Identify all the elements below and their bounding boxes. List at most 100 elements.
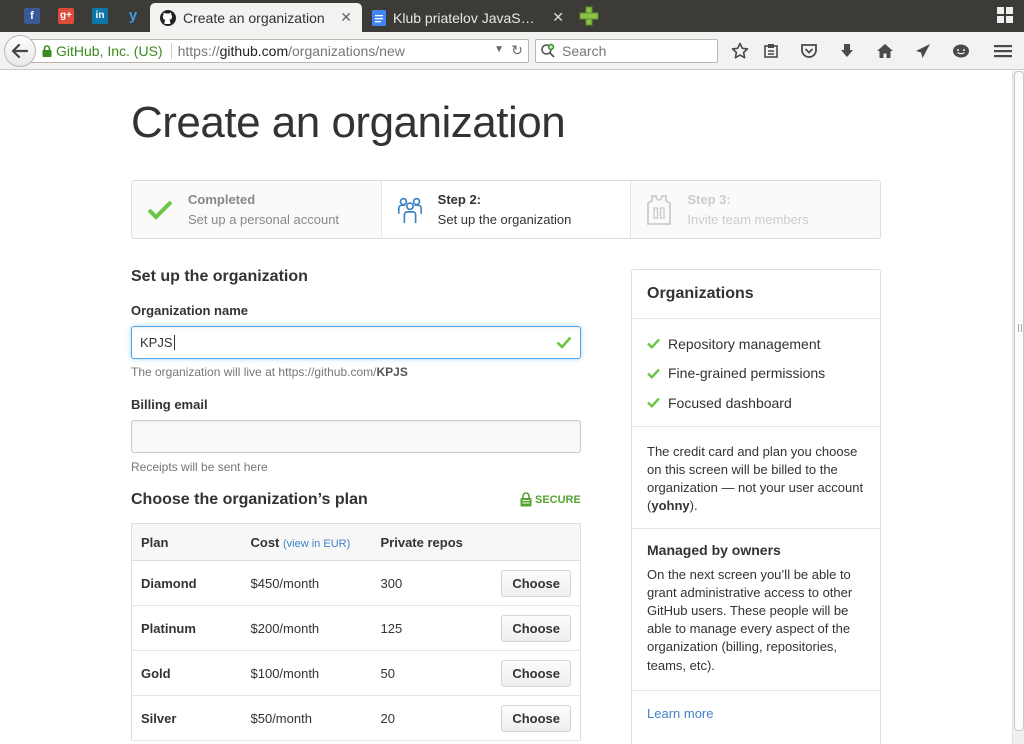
org-name-label: Organization name xyxy=(131,303,249,318)
tab-groups-button[interactable] xyxy=(996,6,1016,26)
chat-smiley-icon xyxy=(953,44,969,58)
bookmarks-menu-button[interactable] xyxy=(760,41,782,61)
google-plus-icon: g+ xyxy=(58,8,74,24)
plan-name: Diamond xyxy=(131,560,242,606)
column-header-cost: Cost (view in EUR) xyxy=(241,523,372,561)
sidebar-heading: Organizations xyxy=(632,270,880,319)
billing-email-input[interactable] xyxy=(131,420,581,453)
navigation-toolbar: GitHub, Inc. (US) https://github.com/org… xyxy=(0,32,1024,70)
plan-cost: $50/month xyxy=(241,695,372,741)
tab-create-organization[interactable]: Create an organization ✕ xyxy=(150,3,362,32)
downloads-button[interactable] xyxy=(836,41,858,61)
choose-diamond-button[interactable]: Choose xyxy=(501,569,571,597)
tab-klub-priatelov[interactable]: Klub priatelov JavaS… ✕ xyxy=(362,3,574,32)
table-header-row: Plan Cost (view in EUR) Private repos xyxy=(131,523,581,561)
managed-by-owners: Managed by owners On the next screen you… xyxy=(632,529,880,691)
list-item: Repository management xyxy=(647,329,865,359)
feature-label: Focused dashboard xyxy=(668,394,792,411)
yammer-icon: y xyxy=(128,7,138,24)
org-url-slug: KPJS xyxy=(376,365,408,379)
text-caret xyxy=(173,335,175,350)
tab-title: Create an organization xyxy=(183,9,325,26)
scrollbar-thumb[interactable] xyxy=(1014,71,1024,731)
step-upcoming: Step 3: Invite team members xyxy=(631,181,880,238)
plan-repos: 125 xyxy=(371,605,478,651)
plan-repos: 50 xyxy=(371,650,478,696)
feature-label: Repository management xyxy=(668,335,821,352)
form-heading: Set up the organization xyxy=(131,268,308,285)
plan-name: Silver xyxy=(131,695,242,741)
tab-title: Klub priatelov JavaS… xyxy=(393,9,535,26)
home-icon xyxy=(877,44,893,58)
search-engine-icon xyxy=(541,43,555,58)
learn-more-link[interactable]: Learn more xyxy=(632,691,880,736)
plan-cost: $200/month xyxy=(241,605,372,651)
column-header-repos: Private repos xyxy=(371,523,478,561)
step-title: Step 3: xyxy=(687,192,731,207)
org-name-value: KPJS xyxy=(140,335,173,350)
billing-text-end: ). xyxy=(689,497,698,513)
pinned-tab-google-plus[interactable]: g+ xyxy=(51,4,81,28)
hello-button[interactable] xyxy=(950,41,972,61)
search-input[interactable] xyxy=(562,43,702,59)
pinned-tab-facebook[interactable]: f xyxy=(17,4,47,28)
secure-label: SECURE xyxy=(535,493,581,506)
org-name-input[interactable]: KPJS xyxy=(131,326,581,359)
organizations-sidebar: Organizations Repository management Fine… xyxy=(631,269,881,744)
choose-platinum-button[interactable]: Choose xyxy=(501,614,571,642)
close-tab-icon[interactable]: ✕ xyxy=(552,9,564,26)
column-header-plan: Plan xyxy=(131,523,242,561)
billing-note: Receipts will be sent here xyxy=(131,460,268,474)
bookmark-star-button[interactable] xyxy=(729,41,751,61)
pinned-tab-yammer[interactable]: y xyxy=(118,4,148,28)
url-text[interactable]: https://github.com/organizations/new xyxy=(178,43,405,59)
cost-header-label: Cost xyxy=(250,534,280,550)
plan-repos: 20 xyxy=(371,695,478,741)
step-title: Step 2: xyxy=(437,192,482,207)
checkmark-icon xyxy=(647,397,660,409)
url-bar[interactable]: GitHub, Inc. (US) https://github.com/org… xyxy=(30,39,529,63)
site-identity[interactable]: GitHub, Inc. (US) xyxy=(42,43,163,59)
search-bar[interactable] xyxy=(535,39,718,63)
github-octocat-icon xyxy=(160,9,176,26)
pinned-tab-linkedin[interactable]: in xyxy=(85,4,115,28)
secure-badge: SECURE xyxy=(520,492,581,507)
page-scrollbar[interactable] xyxy=(1012,71,1024,744)
facebook-icon: f xyxy=(24,8,40,24)
close-tab-icon[interactable]: ✕ xyxy=(340,9,352,26)
new-tab-button[interactable] xyxy=(578,5,600,27)
home-button[interactable] xyxy=(874,41,896,61)
url-history-dropdown-icon[interactable]: ▼ xyxy=(494,44,504,55)
menu-button[interactable] xyxy=(992,41,1014,61)
table-row: Platinum $200/month 125 Choose xyxy=(131,605,581,651)
plan-repos: 300 xyxy=(371,560,478,606)
choose-silver-button[interactable]: Choose xyxy=(501,704,571,732)
hamburger-menu-icon xyxy=(994,45,1012,58)
list-item: Fine-grained permissions xyxy=(647,359,865,389)
back-arrow-icon xyxy=(12,44,28,58)
checkmark-icon xyxy=(647,338,660,350)
table-row: Silver $50/month 20 Choose xyxy=(131,695,581,741)
google-docs-icon xyxy=(372,9,386,26)
plan-heading: Choose the organization’s plan xyxy=(131,491,368,508)
linkedin-icon: in xyxy=(92,8,108,24)
plan-name: Gold xyxy=(131,650,242,696)
page-title: Create an organization xyxy=(131,98,566,147)
identity-label: GitHub, Inc. (US) xyxy=(56,43,163,59)
step-subtitle: Set up the organization xyxy=(437,212,572,227)
url-scheme: https:// xyxy=(177,43,220,59)
jersey-icon xyxy=(645,194,673,226)
back-button[interactable] xyxy=(4,35,36,67)
view-in-eur-link[interactable]: (view in EUR) xyxy=(283,538,350,550)
org-url-note: The organization will live at https://gi… xyxy=(131,365,408,379)
reload-icon[interactable]: ↻ xyxy=(511,42,523,59)
list-item: Focused dashboard xyxy=(647,388,865,418)
table-row: Diamond $450/month 300 Choose xyxy=(131,560,581,606)
share-button[interactable] xyxy=(912,41,934,61)
url-divider xyxy=(170,43,172,59)
checkmark-icon xyxy=(146,194,174,226)
choose-gold-button[interactable]: Choose xyxy=(501,659,571,687)
table-row: Gold $100/month 50 Choose xyxy=(131,650,581,696)
step-title: Completed xyxy=(188,192,256,207)
pocket-button[interactable] xyxy=(798,41,820,61)
